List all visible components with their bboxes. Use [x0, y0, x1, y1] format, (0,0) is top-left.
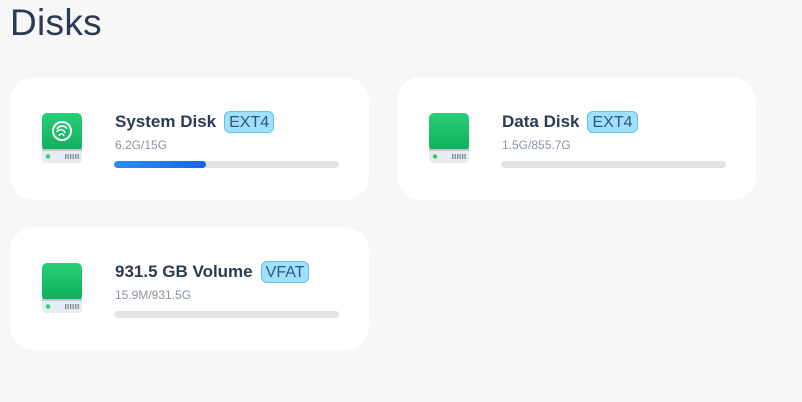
filesystem-badge: VFAT [260, 261, 310, 283]
disk-name: 931.5 GB Volume [115, 262, 253, 281]
disk-name: System Disk [115, 112, 217, 131]
disk-card-system[interactable]: System Disk EXT4 6.2G/15G [10, 77, 369, 200]
page-title: Disks [10, 2, 102, 43]
disk-usage-text: 15.9M/931.5G [115, 288, 192, 302]
disk-usage-fill [114, 161, 207, 168]
disk-icon [41, 113, 83, 165]
disk-usage-text: 6.2G/15G [115, 138, 168, 152]
disk-usage-bar [114, 161, 339, 168]
disk-card-data[interactable]: Data Disk EXT4 1.5G/855.7G [397, 77, 756, 200]
disk-name-row: 931.5 GB Volume VFAT [115, 261, 310, 283]
disk-card-volume[interactable]: 931.5 GB Volume VFAT 15.9M/931.5G [10, 227, 369, 350]
disk-icon [428, 113, 470, 165]
disk-usage-bar [114, 311, 339, 318]
filesystem-badge: EXT4 [224, 111, 275, 133]
disk-name-row: System Disk EXT4 [115, 111, 275, 133]
filesystem-badge: EXT4 [587, 111, 638, 133]
disk-name: Data Disk [502, 112, 580, 131]
disk-name-row: Data Disk EXT4 [502, 111, 638, 133]
disk-usage-text: 1.5G/855.7G [502, 138, 571, 152]
disk-usage-bar [501, 161, 726, 168]
disk-icon [41, 263, 83, 315]
